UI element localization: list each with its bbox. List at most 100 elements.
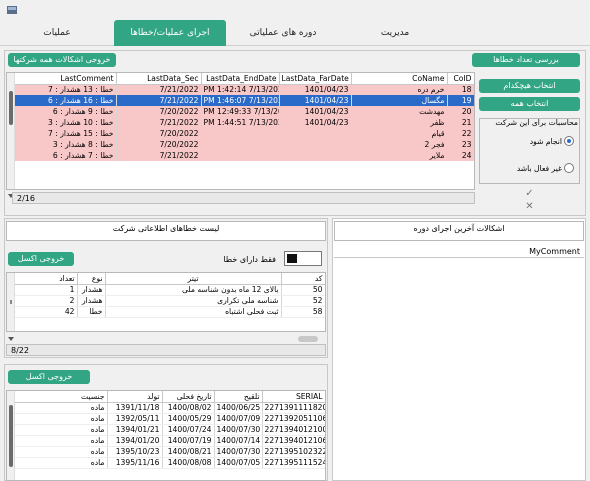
errors-pager[interactable]: 8/22 bbox=[6, 344, 326, 356]
col-lastdata-sec[interactable]: LastData_Sec bbox=[116, 73, 202, 85]
detail-sex: ماده bbox=[15, 435, 108, 447]
error-count: 42 bbox=[15, 306, 78, 318]
companies-vscroll-thumb[interactable] bbox=[9, 91, 13, 125]
col-last-comment[interactable]: LastComment bbox=[15, 73, 117, 85]
detail-heat-date: 1400/08/02 bbox=[162, 402, 215, 414]
company-lastdata-sec: 7/21/2022 bbox=[116, 95, 202, 106]
error-count: 2 bbox=[15, 295, 78, 307]
company-lastdata-enddate: PM 1:44:51 7/13/2022 bbox=[201, 117, 280, 128]
company-lastdata-enddate: PM 1:42:14 7/13/2022 bbox=[201, 84, 280, 95]
tab-strip: مدیریت دوره های عملیاتی اجرای عملیات/خطا… bbox=[0, 20, 590, 46]
tab-operations[interactable]: عملیات bbox=[0, 20, 114, 46]
company-row[interactable]: خطا : 10 هشدار : 3 7/21/2022 PM 1:44:51 7/… bbox=[15, 117, 474, 128]
company-name: قیام bbox=[351, 128, 448, 139]
radio-run[interactable] bbox=[564, 136, 574, 146]
col-type[interactable]: نوع bbox=[77, 273, 106, 285]
tab-run-operations-errors[interactable]: اجرای عملیات/خطاها bbox=[114, 20, 226, 46]
error-code: 52 bbox=[281, 295, 325, 307]
company-last-comment: خطا : 16 هشدار : 6 bbox=[15, 95, 117, 106]
detail-row[interactable]: ماده 1392/05/11 1400/05/29 1400/07/09 227139… bbox=[15, 413, 325, 425]
errors-vscroll-thumb[interactable] bbox=[10, 300, 12, 304]
errors-header-row: تعداد نوع تیتر کد bbox=[15, 273, 325, 285]
col-coid[interactable]: CoID bbox=[447, 73, 474, 85]
company-row[interactable]: خطا : 9 هشدار : 6 7/20/2022 PM 12:49:33 7/… bbox=[15, 106, 474, 117]
tab-operational-periods[interactable]: دوره های عملیاتی bbox=[226, 20, 340, 46]
companies-grid: LastComment LastData_Sec LastData_EndDat… bbox=[6, 72, 475, 190]
col-serial[interactable]: SERIAL bbox=[262, 391, 325, 403]
detail-birth: 1391/11/18 bbox=[107, 402, 163, 414]
error-row[interactable]: 2 هشدار شناسه ملی تکراری 52 bbox=[15, 295, 325, 307]
col-code[interactable]: کد bbox=[281, 273, 325, 285]
company-row[interactable]: خطا : 15 هشدار : 7 7/20/2022 قیام 22 bbox=[15, 128, 474, 139]
col-insemination[interactable]: تلقیح bbox=[214, 391, 263, 403]
detail-row[interactable]: ماده 1391/11/18 1400/08/02 1400/06/25 227139… bbox=[15, 402, 325, 414]
detail-birth: 1394/01/21 bbox=[107, 424, 163, 436]
col-heat-date[interactable]: تاریخ فحلی bbox=[162, 391, 215, 403]
details-table: جنسیت تولد تاریخ فحلی تلقیح SERIAL ماده 1… bbox=[15, 391, 325, 469]
errors-hscroll[interactable] bbox=[6, 334, 326, 344]
company-id: 20 bbox=[447, 106, 474, 117]
details-export-excel-button[interactable]: خروجی اکسل bbox=[8, 370, 90, 384]
col-lastdata-fardate[interactable]: LastData_FarDate bbox=[279, 73, 352, 85]
errors-hscroll-thumb[interactable] bbox=[298, 336, 318, 342]
col-lastdata-enddate[interactable]: LastData_EndDate bbox=[201, 73, 280, 85]
col-my-comment[interactable]: MyComment bbox=[334, 246, 584, 258]
error-row[interactable]: 1 هشدار بالای 12 ماه بدون شناسه ملی 50 bbox=[15, 284, 325, 296]
detail-insemination: 1400/07/30 bbox=[214, 424, 263, 436]
detail-insemination: 1400/07/09 bbox=[214, 413, 263, 425]
detail-insemination: 1400/07/05 bbox=[214, 457, 263, 469]
radio-inactive[interactable] bbox=[564, 163, 574, 173]
company-last-comment: خطا : 8 هشدار : 3 bbox=[15, 139, 117, 150]
company-lastdata-fardate: 1401/04/23 bbox=[279, 84, 352, 95]
check-errors-count-button[interactable]: بررسی تعداد خطاها bbox=[472, 53, 580, 67]
col-birth[interactable]: تولد bbox=[107, 391, 163, 403]
company-row[interactable]: خطا : 13 هشدار : 7 7/21/2022 PM 1:42:14 7/… bbox=[15, 84, 474, 95]
detail-serial: 2271395111524750 bbox=[262, 457, 325, 469]
only-errors-toggle[interactable] bbox=[284, 251, 322, 266]
detail-birth: 1394/01/20 bbox=[107, 435, 163, 447]
select-none-button[interactable]: انتخاب هیچکدام bbox=[479, 79, 580, 93]
app-window: مدیریت دوره های عملیاتی اجرای عملیات/خطا… bbox=[0, 0, 590, 481]
only-errors-toggle-knob[interactable] bbox=[287, 254, 297, 263]
tab-management[interactable]: مدیریت bbox=[340, 20, 450, 46]
error-count: 1 bbox=[15, 284, 78, 296]
company-lastdata-sec: 7/20/2022 bbox=[116, 139, 202, 150]
companies-pager[interactable]: 2/16 bbox=[12, 192, 475, 204]
error-title: شناسه ملی تکراری bbox=[105, 295, 282, 307]
details-vscroll[interactable] bbox=[7, 391, 15, 480]
radio-run-label: انجام شود bbox=[529, 137, 562, 146]
errors-collapse-arrow-icon[interactable] bbox=[8, 337, 14, 341]
col-count[interactable]: تعداد bbox=[15, 273, 78, 285]
detail-row[interactable]: ماده 1394/01/21 1400/07/24 1400/07/30 227139… bbox=[15, 424, 325, 436]
select-all-button[interactable]: انتخاب همه bbox=[479, 97, 580, 111]
export-all-companies-button[interactable]: خروجی اشکالات همه شرکتها bbox=[8, 53, 116, 67]
col-title[interactable]: تیتر bbox=[105, 273, 282, 285]
company-lastdata-fardate: 1401/04/23 bbox=[279, 95, 352, 106]
error-title: بالای 12 ماه بدون شناسه ملی bbox=[105, 284, 282, 296]
details-vscroll-thumb[interactable] bbox=[9, 405, 13, 467]
errors-vscroll[interactable] bbox=[7, 273, 15, 331]
company-lastdata-sec: 7/21/2022 bbox=[116, 84, 202, 95]
company-lastdata-enddate bbox=[201, 150, 280, 161]
detail-row[interactable]: ماده 1394/01/20 1400/07/19 1400/07/14 227139… bbox=[15, 435, 325, 447]
error-row[interactable]: 42 خطا ثبت فحلی اشتباه 58 bbox=[15, 306, 325, 318]
detail-serial: 2271391111820070 bbox=[262, 402, 325, 414]
companies-vscroll[interactable] bbox=[7, 73, 15, 189]
errors-title-box: لیست خطاهای اطلاعاتی شرکت bbox=[6, 221, 326, 241]
detail-row[interactable]: ماده 1395/10/23 1400/08/21 1400/07/30 227139… bbox=[15, 446, 325, 458]
error-title: ثبت فحلی اشتباه bbox=[105, 306, 282, 318]
detail-row[interactable]: ماده 1395/11/16 1400/08/08 1400/07/05 227139… bbox=[15, 457, 325, 469]
detail-sex: ماده bbox=[15, 413, 108, 425]
col-coname[interactable]: CoName bbox=[351, 73, 448, 85]
col-sex[interactable]: جنسیت bbox=[15, 391, 108, 403]
company-row[interactable]: خطا : 8 هشدار : 3 7/20/2022 فجر 2 23 bbox=[15, 139, 474, 150]
errors-table: تعداد نوع تیتر کد 1 هشدار بالای 12 ماه بدو… bbox=[15, 273, 325, 318]
errors-title: لیست خطاهای اطلاعاتی شرکت bbox=[112, 224, 220, 233]
cancel-x-icon[interactable]: ✕ bbox=[479, 201, 580, 212]
company-name: ظفر bbox=[351, 117, 448, 128]
company-row[interactable]: خطا : 16 هشدار : 6 7/21/2022 PM 1:46:07 7/… bbox=[15, 95, 474, 106]
errors-export-excel-button[interactable]: خروجی اکسل bbox=[8, 252, 74, 266]
company-name: ملایر bbox=[351, 150, 448, 161]
company-row[interactable]: خطا : 7 هشدار : 6 7/21/2022 ملایر 24 bbox=[15, 150, 474, 161]
confirm-check-icon[interactable]: ✓ bbox=[479, 188, 580, 199]
